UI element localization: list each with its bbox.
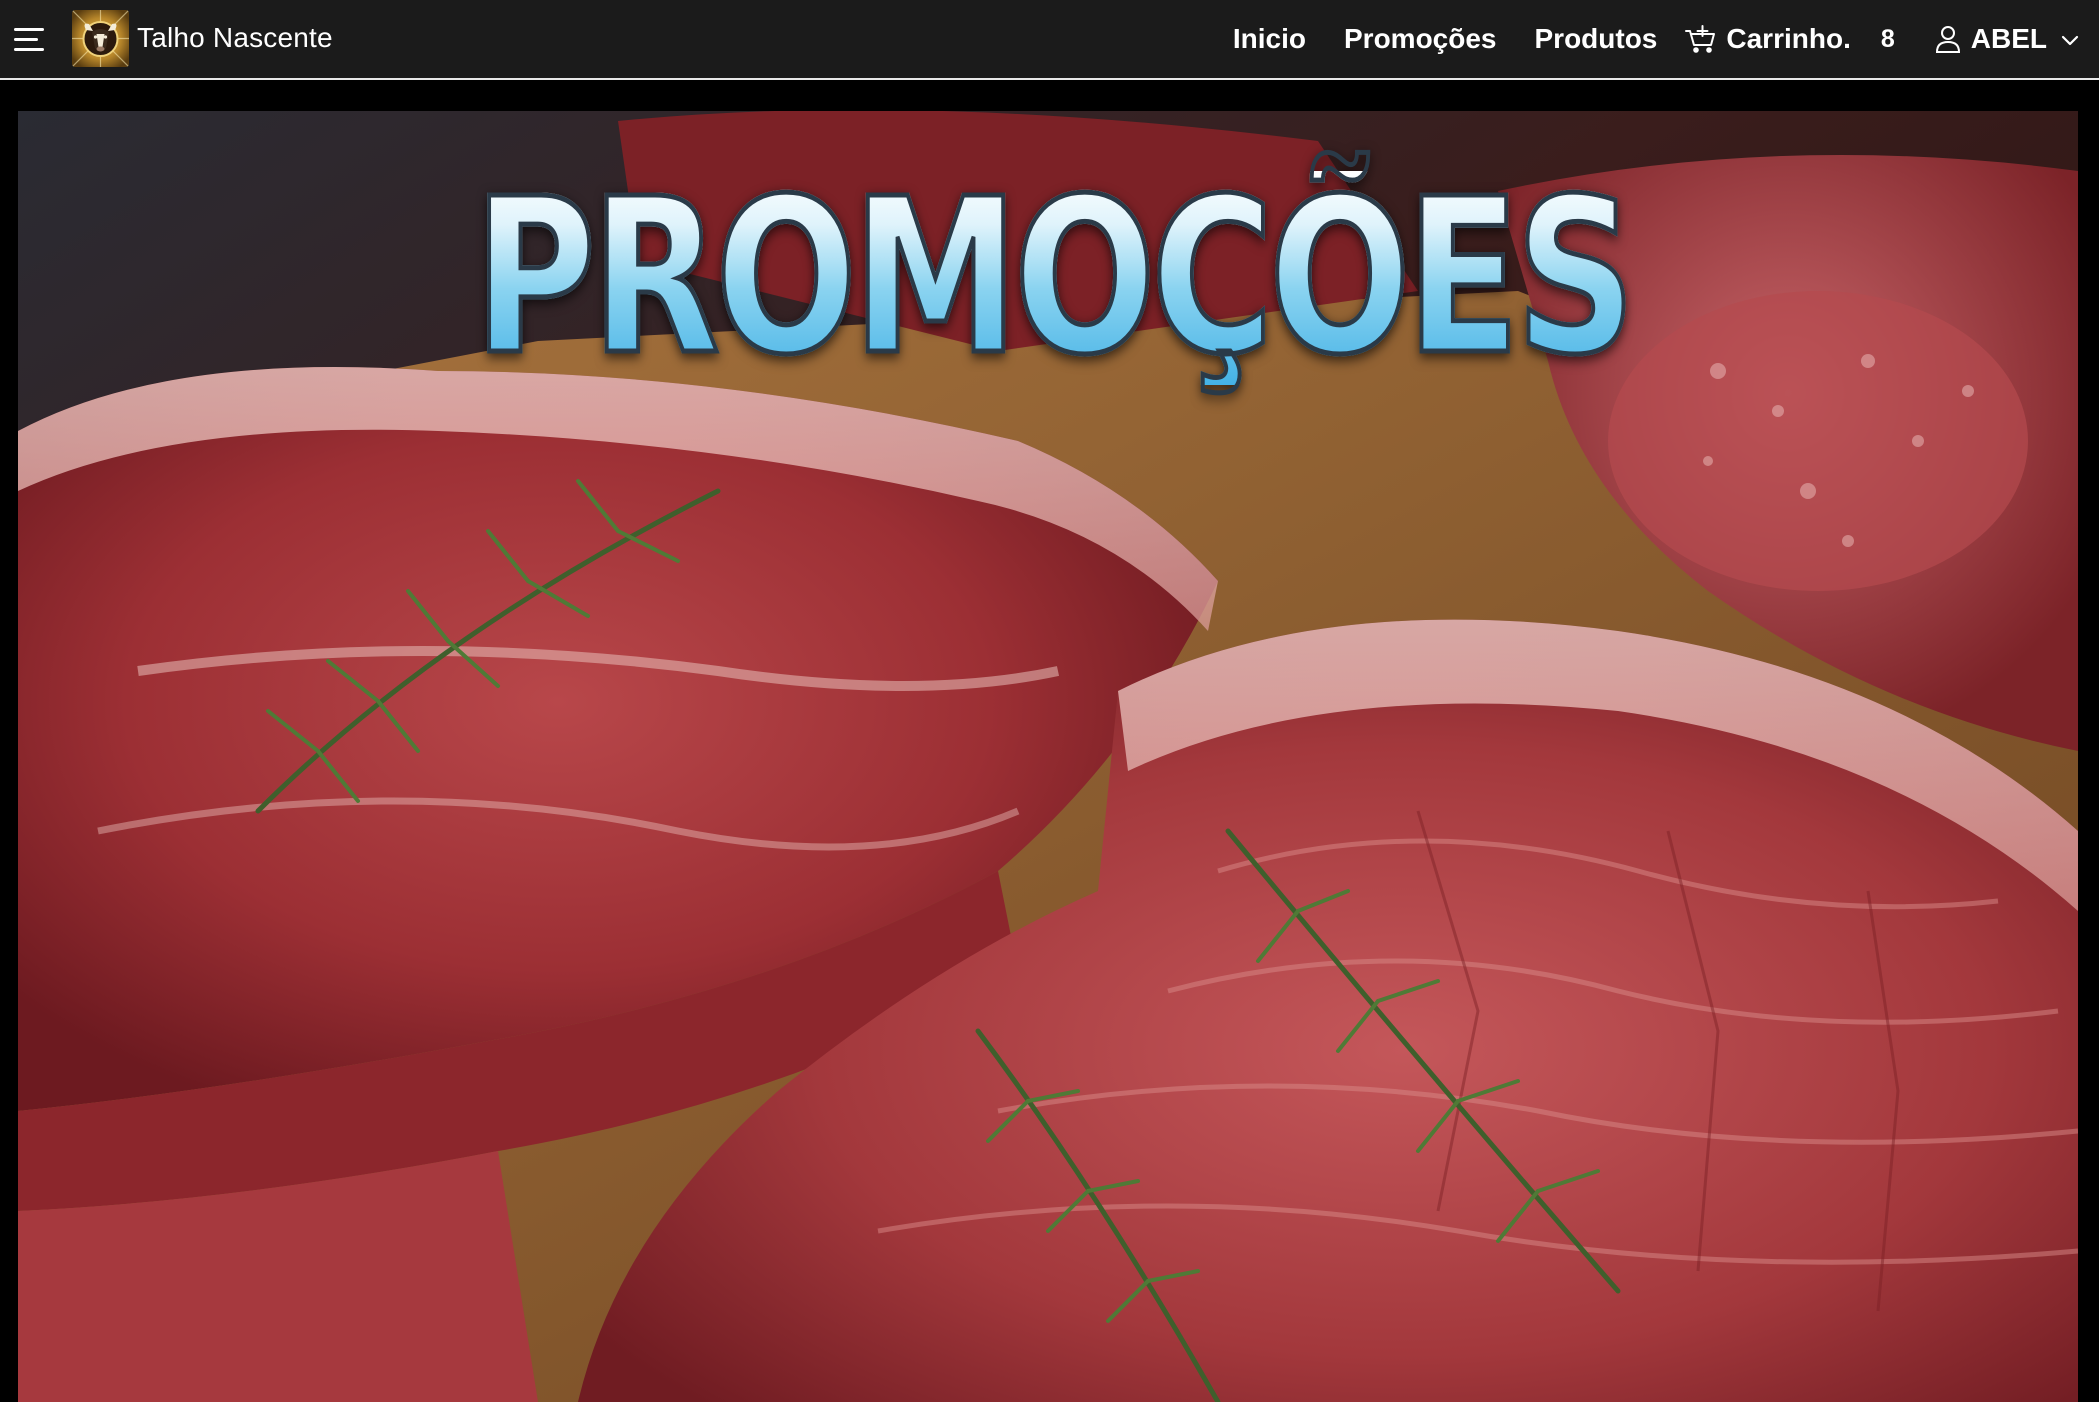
butcher-bull-logo [72,9,129,67]
nav-link-promotions[interactable]: Promoções [1344,23,1497,55]
top-navbar: Talho Nascente Inicio Promoções Produtos… [0,0,2099,80]
brand-name: Talho Nascente [137,22,333,53]
cart-label: Carrinho. [1726,23,1851,54]
user-name: ABEL [1970,23,2047,54]
chevron-down-icon [2061,33,2079,46]
shopping-cart-icon [1685,24,1717,54]
nav-link-home[interactable]: Inicio [1233,23,1306,55]
hamburger-menu-icon[interactable] [12,22,52,58]
promotions-hero-banner[interactable]: PROMOÇÕES [18,111,2078,1402]
banner-title: PROMOÇÕES [249,168,1856,387]
cart-link[interactable]: Carrinho. 8 [1685,23,1895,55]
user-icon [1935,25,1961,53]
brand-home-link[interactable]: Talho Nascente [72,9,333,67]
main-nav: Inicio Promoções Produtos Carrinho. 8 AB… [1195,0,2079,78]
user-menu-dropdown[interactable]: ABEL [1935,23,2079,55]
cart-count-badge: 8 [1880,24,1895,53]
nav-link-products[interactable]: Produtos [1535,23,1658,55]
